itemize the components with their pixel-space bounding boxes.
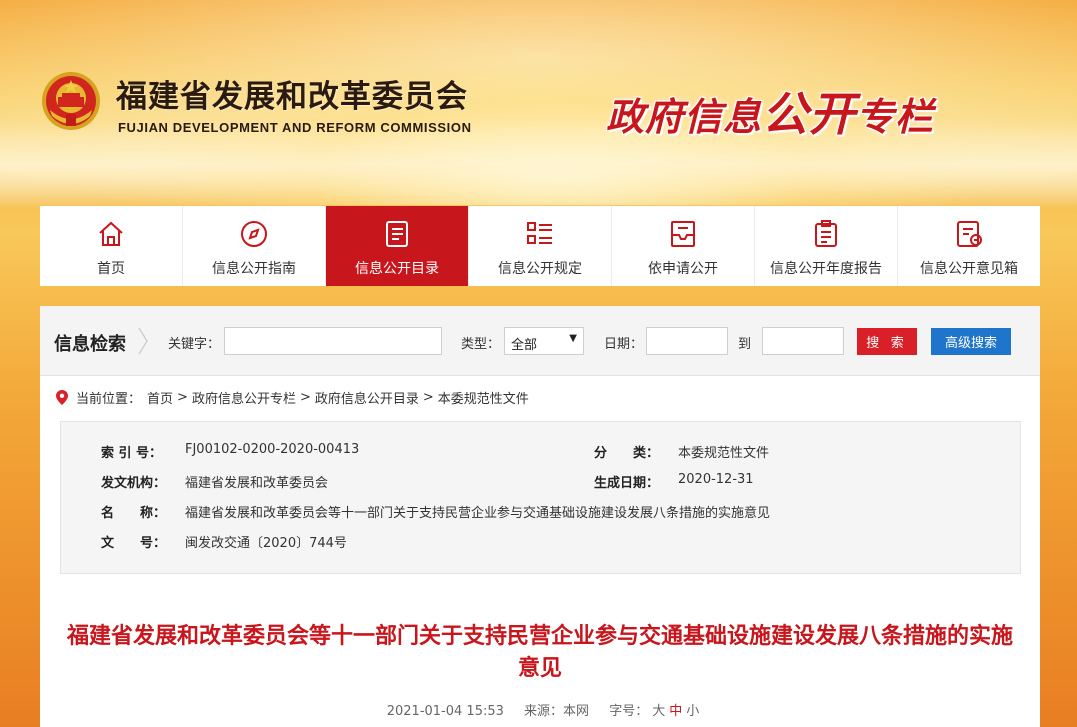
document-list-icon bbox=[386, 221, 408, 247]
meta-name-value: 福建省发展和改革委员会等十一部门关于支持民营企业参与交通基础设施建设发展八条措施… bbox=[185, 506, 771, 521]
meta-category-value: 本委规范性文件 bbox=[678, 446, 770, 461]
slogan-part3: 专栏 bbox=[856, 95, 935, 139]
org-name-cn: 福建省发展和改革委员会 bbox=[116, 79, 468, 115]
meta-name-label: 名 称： bbox=[101, 506, 167, 521]
fontsize-small-button[interactable]: 小 bbox=[686, 704, 699, 719]
slogan-part1: 政府信息 bbox=[606, 95, 763, 139]
fontsize-large-button[interactable]: 大 bbox=[652, 704, 665, 719]
org-name-en: FUJIAN DEVELOPMENT AND REFORM COMMISSION bbox=[118, 120, 472, 135]
article-title: 福建省发展和改革委员会等十一部门关于支持民营企业参与交通基础设施建设发展八条措施… bbox=[66, 624, 1013, 681]
breadcrumb-separator: > bbox=[422, 390, 434, 405]
nav-item-home[interactable]: 首页 bbox=[40, 206, 183, 286]
nav-label: 信息公开指南 bbox=[212, 261, 296, 277]
dropdown-arrow-icon: ▼ bbox=[569, 333, 577, 344]
meta-docno-label: 文 号： bbox=[101, 536, 167, 551]
location-pin-icon bbox=[56, 390, 68, 405]
compass-icon bbox=[241, 221, 267, 247]
nav-label: 信息公开目录 bbox=[355, 261, 439, 277]
column-slogan: 政府信息公开专栏 bbox=[606, 78, 934, 144]
clipboard-icon bbox=[815, 220, 837, 247]
nav-label: 首页 bbox=[97, 261, 125, 277]
breadcrumb: 当前位置： 首页 > 政府信息公开专栏 > 政府信息公开目录 > 本委规范性文件 bbox=[56, 388, 529, 407]
national-emblem-icon bbox=[42, 72, 100, 130]
fontsize-medium-button[interactable]: 中 bbox=[669, 704, 682, 719]
breadcrumb-separator: > bbox=[177, 390, 188, 405]
advanced-search-button[interactable]: 高级搜索 bbox=[931, 328, 1011, 355]
nav-item-feedback[interactable]: 信息公开意见箱 bbox=[898, 206, 1040, 286]
list-icon bbox=[527, 222, 552, 244]
keyword-input[interactable] bbox=[224, 327, 442, 355]
header-banner: 福建省发展和改革委员会 FUJIAN DEVELOPMENT AND REFOR… bbox=[0, 0, 1077, 210]
article-source: 来源：本网 bbox=[524, 704, 590, 719]
type-select-value: 全部 bbox=[511, 338, 538, 353]
breadcrumb-link-home[interactable]: 首页 bbox=[147, 388, 173, 407]
meta-issuer-label: 发文机构： bbox=[101, 476, 167, 491]
document-meta-box: 索 引 号： FJ00102-0200-2020-00413 分 类： 本委规范… bbox=[60, 421, 1021, 574]
nav-item-catalog[interactable]: 信息公开目录 bbox=[326, 206, 469, 286]
type-label: 类型： bbox=[461, 337, 501, 352]
nav-label: 信息公开年度报告 bbox=[770, 261, 882, 277]
nav-label: 信息公开规定 bbox=[498, 261, 582, 277]
search-bar: 信息检索 关键字： 类型： 全部 ▼ 日期： 到 搜 索 高级搜索 bbox=[40, 306, 1040, 376]
fontsize-label: 字号： bbox=[609, 704, 649, 719]
date-label: 日期： bbox=[604, 337, 644, 352]
content-panel: 信息检索 关键字： 类型： 全部 ▼ 日期： 到 搜 索 高级搜索 当前位置： … bbox=[40, 306, 1040, 727]
meta-index-value: FJ00102-0200-2020-00413 bbox=[185, 442, 360, 457]
keyword-label: 关键字： bbox=[168, 337, 221, 352]
inbox-icon bbox=[671, 221, 695, 247]
date-to-label: 到 bbox=[738, 337, 752, 352]
breadcrumb-link-current[interactable]: 本委规范性文件 bbox=[438, 388, 529, 407]
nav-label: 信息公开意见箱 bbox=[920, 261, 1018, 277]
meta-issuer-value: 福建省发展和改革委员会 bbox=[185, 476, 329, 491]
breadcrumb-link-catalog[interactable]: 政府信息公开目录 bbox=[315, 388, 419, 407]
nav-item-rules[interactable]: 信息公开规定 bbox=[469, 206, 612, 286]
nav-item-report[interactable]: 信息公开年度报告 bbox=[755, 206, 898, 286]
breadcrumb-link-column[interactable]: 政府信息公开专栏 bbox=[192, 388, 296, 407]
meta-docno-value: 闽发改交通〔2020〕744号 bbox=[185, 536, 347, 551]
chevron-right-icon bbox=[138, 327, 148, 355]
meta-date-value: 2020-12-31 bbox=[678, 472, 754, 487]
home-icon bbox=[99, 221, 123, 246]
type-select[interactable]: 全部 ▼ bbox=[504, 327, 584, 355]
meta-date-label: 生成日期： bbox=[594, 476, 660, 491]
nav-item-apply[interactable]: 依申请公开 bbox=[612, 206, 755, 286]
feedback-icon bbox=[957, 221, 982, 247]
date-start-input[interactable] bbox=[646, 327, 728, 355]
meta-index-label: 索 引 号： bbox=[101, 446, 163, 461]
date-end-input[interactable] bbox=[762, 327, 844, 355]
slogan-part2: 公开 bbox=[762, 87, 857, 141]
main-nav: 首页 信息公开指南 信息公开目录 信息公开规定 依申请公开 信息公开年度报告 信… bbox=[40, 206, 1040, 286]
breadcrumb-prefix: 当前位置： bbox=[76, 392, 142, 407]
search-title: 信息检索 bbox=[54, 334, 126, 355]
meta-category-label: 分 类： bbox=[594, 446, 660, 461]
nav-item-guide[interactable]: 信息公开指南 bbox=[183, 206, 326, 286]
article-info: 2021-01-04 15:53 来源：本网 字号：大中小 bbox=[40, 700, 1040, 719]
breadcrumb-separator: > bbox=[299, 390, 311, 405]
article-datetime: 2021-01-04 15:53 bbox=[386, 704, 504, 719]
search-button[interactable]: 搜 索 bbox=[857, 328, 917, 355]
nav-label: 依申请公开 bbox=[648, 261, 718, 277]
